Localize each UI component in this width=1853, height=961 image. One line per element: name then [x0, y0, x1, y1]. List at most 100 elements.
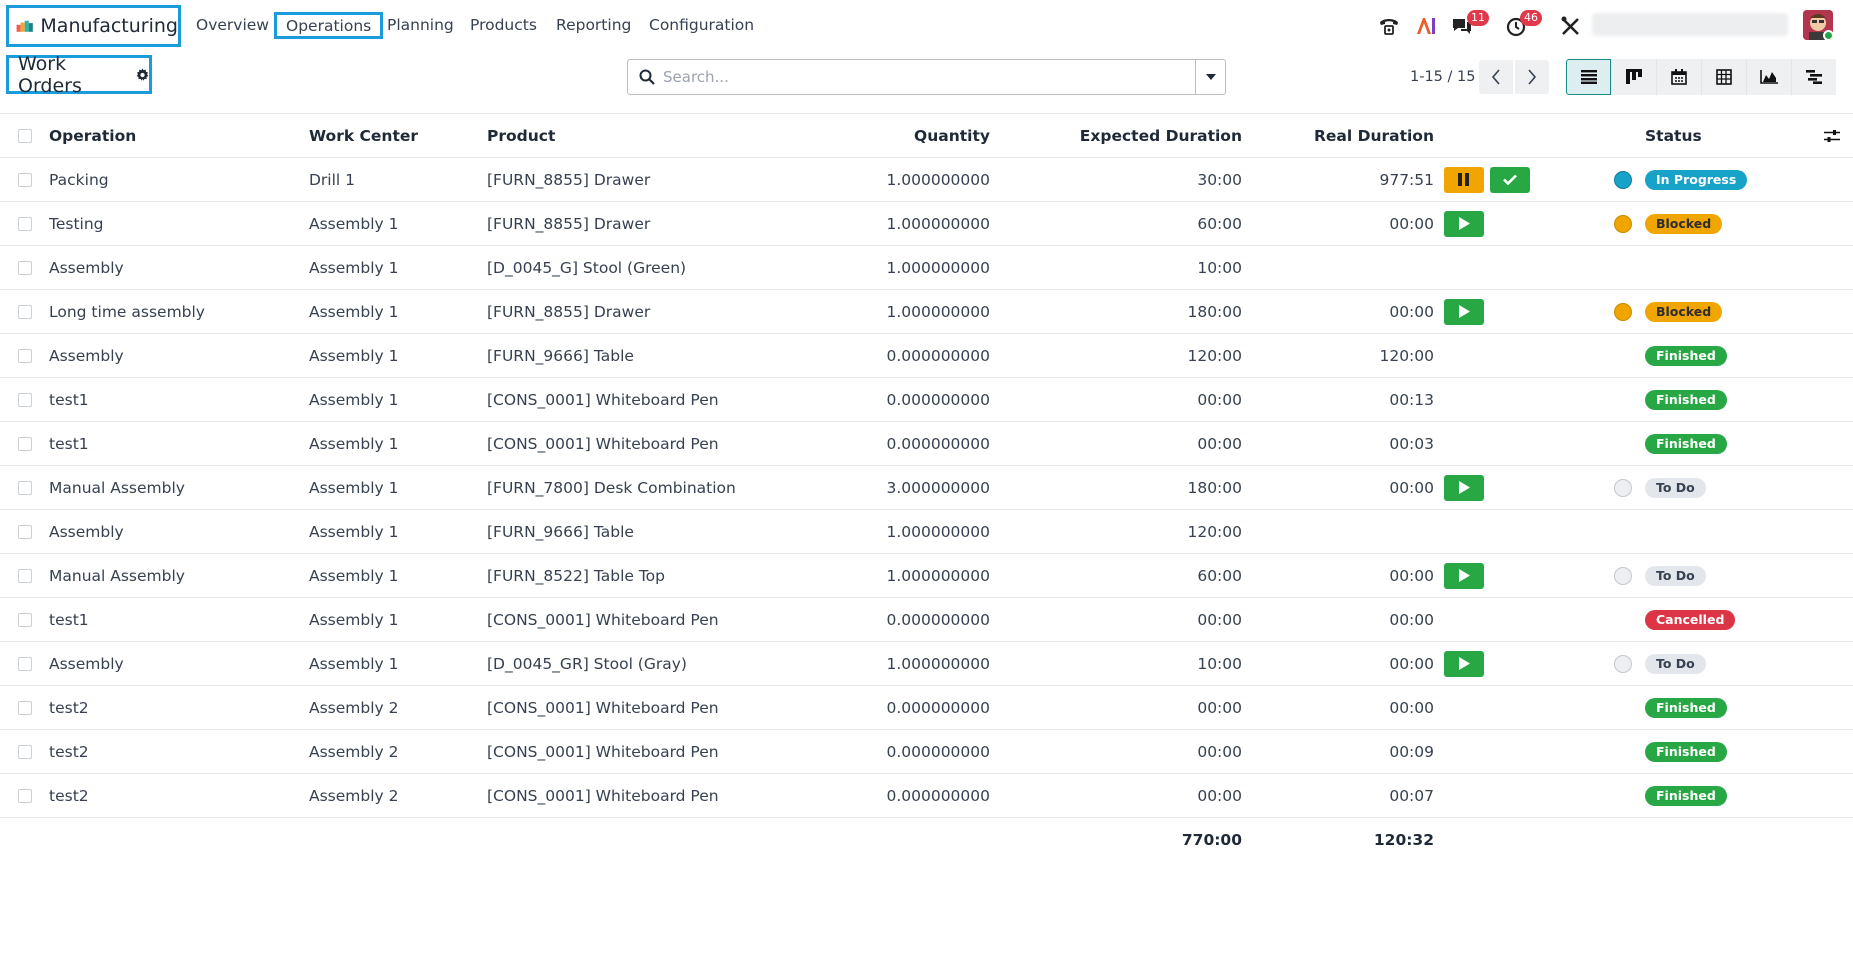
cell-quantity: 1.000000000	[886, 214, 990, 233]
table-row[interactable]: test2 Assembly 2 [CONS_0001] Whiteboard …	[0, 774, 1853, 818]
table-row[interactable]: Assembly Assembly 1 [D_0045_GR] Stool (G…	[0, 642, 1853, 686]
debug-tools-icon[interactable]	[1559, 14, 1583, 38]
start-button[interactable]	[1444, 474, 1484, 501]
row-checkbox[interactable]	[18, 568, 32, 583]
row-checkbox[interactable]	[18, 260, 32, 275]
cell-product: [FURN_7800] Desk Combination	[487, 478, 736, 497]
status-badge: To Do	[1645, 565, 1706, 586]
select-all-checkbox[interactable]	[18, 129, 32, 143]
menu-configuration[interactable]: Configuration	[649, 11, 754, 41]
gantt-view-button[interactable]	[1791, 59, 1836, 95]
cell-expected-duration: 60:00	[1197, 566, 1242, 585]
search-input[interactable]	[661, 62, 1195, 92]
cell-real-duration: 00:00	[1389, 566, 1434, 585]
table-row[interactable]: Manual Assembly Assembly 1 [FURN_8522] T…	[0, 554, 1853, 598]
table-row[interactable]: Assembly Assembly 1 [FURN_9666] Table 0.…	[0, 334, 1853, 378]
row-checkbox[interactable]	[18, 216, 32, 231]
table-row[interactable]: Testing Assembly 1 [FURN_8855] Drawer 1.…	[0, 202, 1853, 246]
table-row[interactable]: Assembly Assembly 1 [FURN_9666] Table 1.…	[0, 510, 1853, 554]
table-row[interactable]: test2 Assembly 2 [CONS_0001] Whiteboard …	[0, 686, 1853, 730]
row-checkbox[interactable]	[18, 348, 32, 363]
column-header-product[interactable]: Product	[487, 115, 555, 157]
pager-value[interactable]: 1-15 / 15	[1410, 69, 1475, 85]
phone-icon[interactable]	[1377, 14, 1401, 38]
cell-real-duration: 00:00	[1389, 214, 1434, 233]
column-header-quantity[interactable]: Quantity	[914, 115, 990, 157]
cell-product: [D_0045_G] Stool (Green)	[487, 258, 687, 277]
user-avatar[interactable]	[1803, 10, 1833, 40]
list-view-button[interactable]	[1566, 59, 1611, 95]
pause-button[interactable]	[1444, 166, 1484, 193]
working-state-indicator[interactable]	[1614, 214, 1632, 233]
cell-operation: test2	[49, 698, 89, 717]
row-checkbox[interactable]	[18, 744, 32, 759]
done-button[interactable]	[1490, 166, 1530, 193]
table-row[interactable]: Long time assembly Assembly 1 [FURN_8855…	[0, 290, 1853, 334]
cell-timer-actions	[1444, 290, 1484, 333]
column-header-expected-duration[interactable]: Expected Duration	[1080, 115, 1242, 157]
table-row[interactable]: test1 Assembly 1 [CONS_0001] Whiteboard …	[0, 378, 1853, 422]
company-switcher[interactable]	[1592, 13, 1788, 36]
calendar-view-button[interactable]	[1656, 59, 1701, 95]
column-header-work-center[interactable]: Work Center	[309, 115, 418, 157]
row-checkbox[interactable]	[18, 656, 32, 671]
play-icon	[1459, 217, 1470, 230]
row-select-cell	[18, 598, 32, 641]
table-row[interactable]: Packing Drill 1 [FURN_8855] Drawer 1.000…	[0, 158, 1853, 202]
menu-overview[interactable]: Overview	[196, 11, 269, 41]
pager-next-button[interactable]	[1515, 60, 1549, 94]
row-checkbox[interactable]	[18, 612, 32, 627]
start-button[interactable]	[1444, 562, 1484, 589]
cell-work-center: Assembly 1	[309, 302, 399, 321]
optional-columns-toggle[interactable]	[1824, 115, 1840, 157]
row-checkbox[interactable]	[18, 480, 32, 495]
search-options-toggle[interactable]	[1195, 60, 1225, 94]
ai-icon[interactable]	[1414, 14, 1438, 38]
pivot-view-button[interactable]	[1701, 59, 1746, 95]
cell-status: Blocked	[1645, 202, 1723, 245]
menu-products[interactable]: Products	[470, 11, 537, 41]
column-header-operation[interactable]: Operation	[49, 115, 136, 157]
graph-view-button[interactable]	[1746, 59, 1791, 95]
table-row[interactable]: Assembly Assembly 1 [D_0045_G] Stool (Gr…	[0, 246, 1853, 290]
row-checkbox[interactable]	[18, 700, 32, 715]
row-checkbox[interactable]	[18, 788, 32, 803]
pager-previous-button[interactable]	[1479, 60, 1513, 94]
menu-operations[interactable]: Operations	[274, 12, 384, 39]
cell-expected-duration: 10:00	[1197, 654, 1242, 673]
table-row[interactable]: test1 Assembly 1 [CONS_0001] Whiteboard …	[0, 598, 1853, 642]
working-state-indicator[interactable]	[1614, 302, 1632, 321]
cell-real-duration: 120:00	[1379, 346, 1434, 365]
column-header-status[interactable]: Status	[1645, 115, 1702, 157]
table-row[interactable]: test1 Assembly 1 [CONS_0001] Whiteboard …	[0, 422, 1853, 466]
cell-product: [FURN_9666] Table	[487, 522, 634, 541]
cell-timer-actions	[1444, 642, 1484, 685]
row-checkbox[interactable]	[18, 172, 32, 187]
cell-work-center: Assembly 1	[309, 610, 399, 629]
table-row[interactable]: Manual Assembly Assembly 1 [FURN_7800] D…	[0, 466, 1853, 510]
row-checkbox[interactable]	[18, 524, 32, 539]
working-state-indicator[interactable]	[1614, 654, 1632, 673]
working-state-indicator[interactable]	[1614, 170, 1632, 189]
row-checkbox[interactable]	[18, 436, 32, 451]
start-button[interactable]	[1444, 210, 1484, 237]
working-state-indicator[interactable]	[1614, 566, 1632, 585]
cell-operation: test1	[49, 434, 89, 453]
cell-operation: Assembly	[49, 258, 124, 277]
cell-real-duration: 00:07	[1389, 786, 1434, 805]
row-checkbox[interactable]	[18, 392, 32, 407]
menu-reporting[interactable]: Reporting	[556, 11, 631, 41]
gear-icon[interactable]	[136, 67, 149, 82]
table-row[interactable]: test2 Assembly 2 [CONS_0001] Whiteboard …	[0, 730, 1853, 774]
working-state-indicator[interactable]	[1614, 478, 1632, 497]
cell-product: [CONS_0001] Whiteboard Pen	[487, 786, 719, 805]
cell-operation: test2	[49, 786, 89, 805]
kanban-view-button[interactable]	[1611, 59, 1656, 95]
menu-planning[interactable]: Planning	[387, 11, 454, 41]
start-button[interactable]	[1444, 298, 1484, 325]
app-brand[interactable]: Manufacturing	[6, 5, 181, 47]
cell-quantity: 1.000000000	[886, 522, 990, 541]
row-checkbox[interactable]	[18, 304, 32, 319]
start-button[interactable]	[1444, 650, 1484, 677]
column-header-real-duration[interactable]: Real Duration	[1314, 115, 1434, 157]
